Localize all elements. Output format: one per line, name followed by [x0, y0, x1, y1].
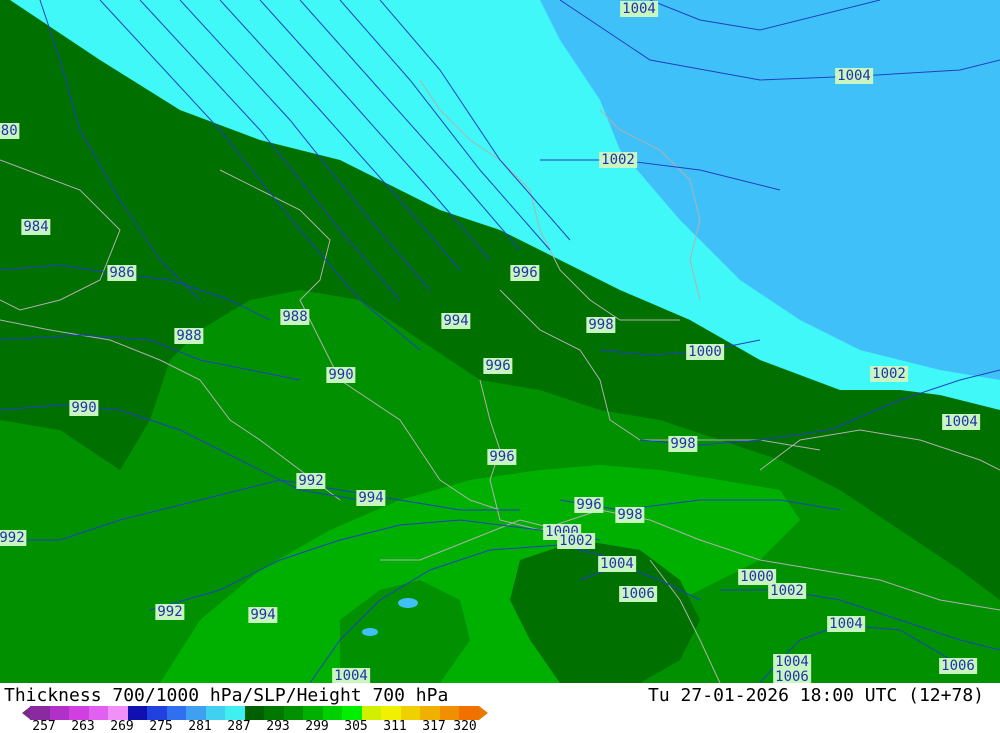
- isobar-label: 986: [107, 265, 137, 281]
- isobar-label: 994: [441, 313, 471, 329]
- legend-swatch: [147, 706, 167, 720]
- legend-swatch: [49, 706, 69, 720]
- isobar-label: 1004: [773, 654, 811, 670]
- thickness-map: [0, 0, 1000, 683]
- isobar-label: 1002: [768, 583, 806, 599]
- map-title: Thickness 700/1000 hPa/SLP/Height 700 hP…: [4, 685, 449, 706]
- lake-small: [362, 628, 378, 636]
- isobar-label: 1002: [599, 152, 637, 168]
- isobar-label: 992: [155, 604, 185, 620]
- legend-arrow-right-icon: [478, 706, 488, 720]
- isobar-label: 998: [615, 507, 645, 523]
- legend-swatch: [342, 706, 362, 720]
- isobar-label: 988: [280, 309, 310, 325]
- isobar-label: 994: [356, 490, 386, 506]
- isobar-label: 992: [0, 530, 27, 546]
- legend-tick-label: 317: [422, 719, 446, 733]
- legend-tick-label: 305: [344, 719, 368, 733]
- legend-swatch: [420, 706, 440, 720]
- legend-swatch: [186, 706, 206, 720]
- weather-map-viewer: 1004 1004 980 1002 984 986 996 988 994 9…: [0, 0, 1000, 733]
- legend-swatch: [244, 706, 264, 720]
- legend-tick-label: 281: [188, 719, 212, 733]
- isobar-label: 1006: [939, 658, 977, 674]
- legend-tick-label: 263: [71, 719, 95, 733]
- isobar-label: 996: [483, 358, 513, 374]
- legend-swatch: [439, 706, 459, 720]
- isobar-label: 980: [0, 123, 20, 139]
- isobar-label: 1004: [332, 668, 370, 684]
- color-legend: [30, 706, 479, 720]
- legend-tick-label: 293: [266, 719, 290, 733]
- legend-swatch: [264, 706, 284, 720]
- legend-swatch: [205, 706, 225, 720]
- isobar-label: 1004: [942, 414, 980, 430]
- isobar-label: 996: [487, 449, 517, 465]
- legend-tick-label: 257: [32, 719, 56, 733]
- legend-tick-label: 299: [305, 719, 329, 733]
- isobar-label: 1004: [620, 1, 658, 17]
- legend-swatch: [283, 706, 303, 720]
- isobar-label: 1006: [619, 586, 657, 602]
- legend-swatch: [88, 706, 108, 720]
- isobar-label: 988: [174, 328, 204, 344]
- isobar-label: 990: [69, 400, 99, 416]
- legend-tick-label: 269: [110, 719, 134, 733]
- isobar-label: 1002: [870, 366, 908, 382]
- legend-swatch: [127, 706, 147, 720]
- isobar-label: 1000: [686, 344, 724, 360]
- isobar-label: 1004: [827, 616, 865, 632]
- isobar-label: 984: [21, 219, 51, 235]
- legend-swatch: [459, 706, 479, 720]
- isobar-label: 998: [586, 317, 616, 333]
- legend-swatch: [400, 706, 420, 720]
- isobar-label: 996: [510, 265, 540, 281]
- isobar-label: 1002: [557, 533, 595, 549]
- legend-swatch: [108, 706, 128, 720]
- legend-swatch: [225, 706, 245, 720]
- legend-swatch: [322, 706, 342, 720]
- isobar-label: 996: [574, 497, 604, 513]
- isobar-label: 990: [326, 367, 356, 383]
- isobar-label: 1004: [835, 68, 873, 84]
- legend-swatch: [361, 706, 381, 720]
- legend-tick-label: 275: [149, 719, 173, 733]
- legend-tick-label: 287: [227, 719, 251, 733]
- legend-swatch: [166, 706, 186, 720]
- legend-tick-label: 311: [383, 719, 407, 733]
- valid-time: Tu 27-01-2026 18:00 UTC (12+78): [648, 685, 984, 706]
- isobar-label: 994: [248, 607, 278, 623]
- legend-tick-label: 320: [453, 719, 477, 733]
- legend-swatch: [30, 706, 50, 720]
- legend-swatch: [381, 706, 401, 720]
- isobar-label: 998: [668, 436, 698, 452]
- legend-swatch: [303, 706, 323, 720]
- lake-geneva: [398, 598, 418, 608]
- isobar-label: 1004: [598, 556, 636, 572]
- isobar-label: 992: [296, 473, 326, 489]
- legend-swatch: [69, 706, 89, 720]
